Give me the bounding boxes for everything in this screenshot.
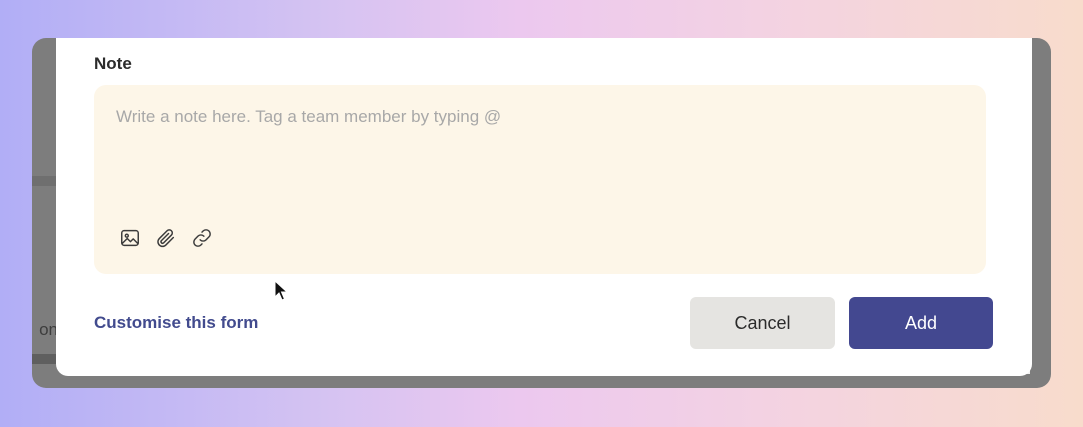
add-button[interactable]: Add xyxy=(849,297,993,349)
insert-link-button[interactable] xyxy=(189,225,215,251)
background-element xyxy=(32,354,58,364)
attach-file-button[interactable] xyxy=(153,225,179,251)
app-window: on Note Write a note here. Tag a team me… xyxy=(32,38,1051,388)
note-label: Note xyxy=(94,54,132,73)
add-note-dialog: Note Write a note here. Tag a team membe… xyxy=(56,38,1032,376)
cancel-button[interactable]: Cancel xyxy=(690,297,835,349)
image-icon xyxy=(121,229,139,247)
note-editor xyxy=(94,85,986,301)
paperclip-icon xyxy=(157,229,175,248)
background-partial-text: on xyxy=(39,320,58,339)
mouse-pointer-icon xyxy=(274,280,289,301)
note-input[interactable] xyxy=(116,107,956,207)
insert-image-button[interactable] xyxy=(117,225,143,251)
link-icon xyxy=(193,229,211,247)
customise-form-link[interactable]: Customise this form xyxy=(94,313,258,333)
